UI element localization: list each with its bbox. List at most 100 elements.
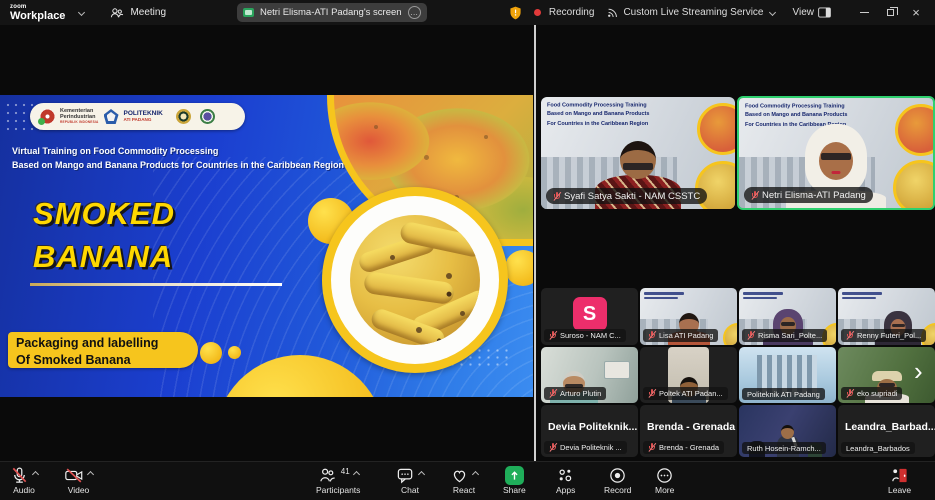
shared-screen-options-icon[interactable]: …: [408, 6, 421, 19]
meeting-tab-label: Meeting: [130, 7, 166, 18]
leave-button[interactable]: Leave: [888, 466, 911, 495]
react-options-chevron[interactable]: [472, 471, 479, 478]
tab-meeting[interactable]: Meeting: [110, 7, 166, 19]
mic-muted-icon: [648, 331, 656, 341]
audio-label: Audio: [13, 485, 35, 495]
security-shield-icon[interactable]: [509, 6, 522, 20]
video-tile-poltek[interactable]: Poltek ATI Padan...: [640, 347, 737, 403]
mic-muted-icon: [751, 190, 759, 200]
live-streaming-control[interactable]: Custom Live Streaming Service: [606, 6, 774, 19]
slide-subtitle-pill: Packaging and labelling Of Smoked Banana: [8, 332, 198, 368]
screen-gallery-divider[interactable]: [534, 25, 536, 461]
share-button[interactable]: Share: [503, 466, 526, 495]
video-tile-arturo[interactable]: Arturo Plutin: [541, 347, 638, 403]
screen-share-icon: [243, 8, 254, 17]
shared-screen-pill[interactable]: Netri Elisma-ATI Padang's screen …: [237, 3, 427, 22]
camera-muted-icon: [64, 466, 84, 485]
yellow-circle-decoration: [228, 346, 241, 359]
shared-screen-slide: Kementerian Perindustrian REPUBLIK INDON…: [0, 95, 533, 397]
virtual-bg-caption: Food Commodity Processing Training Based…: [547, 102, 649, 129]
slide-logo-banner: Kementerian Perindustrian REPUBLIK INDON…: [30, 103, 245, 130]
mic-muted-icon: [648, 389, 656, 399]
slide-subtitle-line2: Of Smoked Banana: [16, 352, 198, 369]
heart-react-icon: [450, 466, 469, 485]
react-button[interactable]: React: [450, 466, 478, 495]
participant-name-label: Lisa ATI Padang: [643, 329, 718, 342]
video-tile-netri-active-speaker[interactable]: Food Commodity Processing Training Based…: [737, 96, 935, 210]
video-tile-renny[interactable]: Renny Futeri_Pol...: [838, 288, 935, 345]
participants-options-chevron[interactable]: [353, 471, 360, 478]
kemenperin-logo: [40, 109, 55, 124]
apps-button[interactable]: Apps: [556, 466, 575, 495]
shared-screen-label: Netri Elisma-ATI Padang's screen: [260, 7, 402, 18]
more-button[interactable]: More: [655, 466, 674, 495]
participant-display-name: Brenda - Grenada: [640, 421, 737, 433]
mic-muted-icon: [549, 443, 557, 453]
mango-circle-decoration: [697, 103, 735, 155]
more-label: More: [655, 485, 674, 495]
banana-circle-decoration: [893, 160, 935, 210]
record-button[interactable]: Record: [604, 466, 631, 495]
video-button[interactable]: Video: [64, 466, 93, 495]
participant-name-label: Netri Elisma-ATI Padang: [744, 187, 873, 203]
more-ellipsis-icon: [655, 466, 674, 485]
video-tile-suroso[interactable]: S Suroso - NAM C...: [541, 288, 638, 345]
chat-options-chevron[interactable]: [418, 471, 425, 478]
recording-indicator: Recording: [534, 7, 595, 18]
streaming-antenna-icon: [606, 6, 619, 19]
logo-top-text: zoom: [10, 4, 65, 10]
slide-title-line2: BANANA: [33, 236, 175, 279]
kemenperin-logo-text: Kementerian Perindustrian REPUBLIK INDON…: [60, 109, 99, 124]
video-tile-devia[interactable]: Devia Politeknik... Devia Politeknik ...: [541, 405, 638, 457]
leave-door-icon: [890, 466, 909, 485]
banana-circle-decoration: [723, 323, 737, 345]
slide-header: Virtual Training on Food Commodity Proce…: [12, 145, 344, 172]
video-tile-ruth[interactable]: Ruth Hosein-Ramch...: [739, 405, 836, 457]
zoom-workplace-logo: zoom Workplace: [10, 4, 65, 22]
mic-muted-icon: [10, 466, 29, 485]
participants-icon: [318, 466, 337, 485]
mic-muted-icon: [553, 191, 561, 201]
video-tile-brenda[interactable]: Brenda - Grenada Brenda - Grenada: [640, 405, 737, 457]
video-tile-lisa[interactable]: Lisa ATI Padang: [640, 288, 737, 345]
view-button[interactable]: View: [793, 7, 832, 18]
mic-muted-icon: [846, 331, 854, 341]
leave-label: Leave: [888, 485, 911, 495]
audio-button[interactable]: Audio: [10, 466, 38, 495]
participant-name-label: Poltek ATI Padan...: [643, 387, 728, 400]
gallery-next-page-button[interactable]: ›: [914, 358, 923, 384]
mango-circle-decoration: [895, 104, 935, 156]
video-tile-leandra[interactable]: Leandra_Barbad... Leandra_Barbados: [838, 405, 935, 457]
participant-name-label: Brenda - Grenada: [643, 441, 724, 454]
video-options-chevron[interactable]: [87, 471, 94, 478]
green-emblem-logo: [200, 109, 215, 124]
politeknik-logo-text: POLITEKNIK ATI PADANG: [124, 111, 163, 123]
view-layout-icon: [818, 7, 831, 18]
participants-button[interactable]: 41 Participants: [316, 466, 360, 495]
video-tile-syafi[interactable]: Food Commodity Processing Training Based…: [541, 97, 735, 209]
recording-label: Recording: [549, 7, 595, 18]
mic-muted-icon: [549, 389, 557, 399]
meeting-toolbar: Audio Video 41: [0, 461, 935, 500]
participants-label: Participants: [316, 485, 360, 495]
video-tile-risma[interactable]: Risma Sari_Polte...: [739, 288, 836, 345]
view-label: View: [793, 7, 815, 18]
mic-muted-icon: [549, 331, 557, 341]
zoom-meeting-window: zoom Workplace Meeting Netri Elisma-ATI …: [0, 0, 935, 500]
minimize-button[interactable]: [851, 0, 877, 25]
mic-muted-icon: [747, 331, 755, 341]
video-tile-politeknik-building[interactable]: Politeknik ATI Padang: [739, 347, 836, 403]
close-button[interactable]: ×: [903, 0, 929, 25]
chat-button[interactable]: Chat: [396, 466, 424, 495]
slide-title: SMOKED BANANA: [33, 193, 175, 279]
participant-name-label: Devia Politeknik ...: [544, 441, 627, 454]
audio-options-chevron[interactable]: [32, 471, 39, 478]
yellow-circle-decoration: [200, 342, 222, 364]
participant-name-label: Syafi Satya Sakti - NAM CSSTC: [546, 188, 707, 204]
workspace-chevron-down-icon[interactable]: [78, 9, 85, 16]
chat-icon: [396, 466, 415, 485]
apps-label: Apps: [556, 485, 575, 495]
restore-button[interactable]: [877, 0, 903, 25]
logo-bottom-text: Workplace: [10, 11, 65, 22]
participant-display-name: Leandra_Barbad...: [838, 421, 935, 433]
